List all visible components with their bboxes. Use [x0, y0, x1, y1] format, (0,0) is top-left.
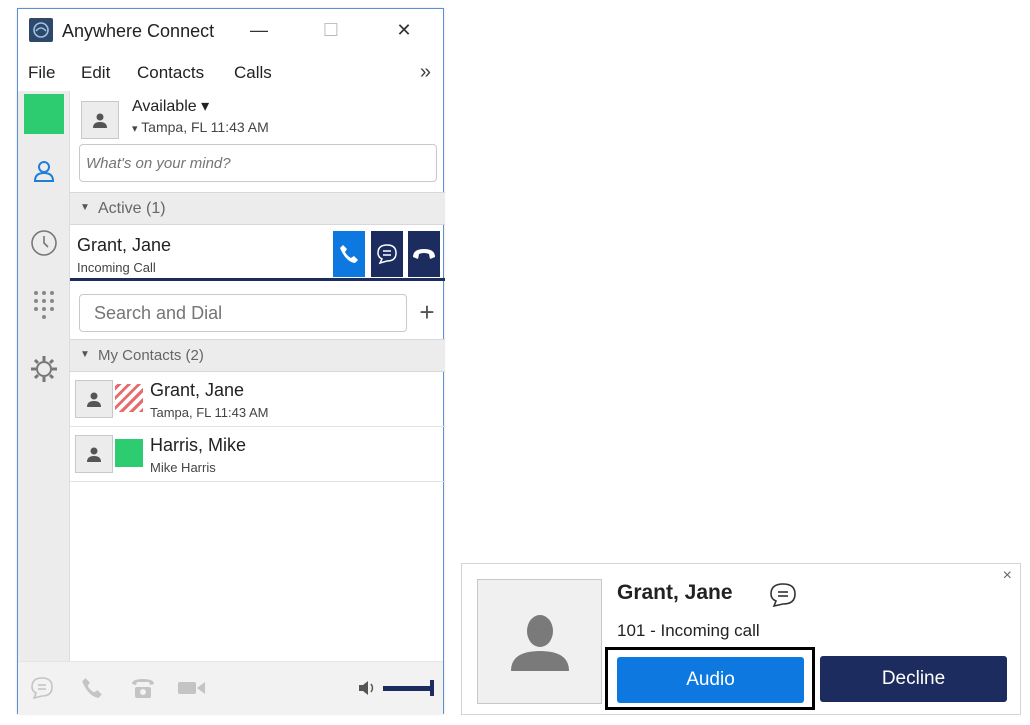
minimize-button[interactable]: — — [237, 15, 281, 45]
person-icon — [93, 113, 107, 128]
person-icon — [87, 392, 101, 407]
chat-icon — [377, 244, 397, 265]
location-text: Tampa, FL 11:43 AM — [141, 119, 269, 135]
chat-icon[interactable] — [26, 674, 58, 702]
contact-row[interactable]: Harris, Mike Mike Harris — [70, 427, 445, 482]
chat-button[interactable] — [371, 231, 403, 277]
contact-row[interactable]: Grant, Jane Tampa, FL 11:43 AM — [70, 372, 445, 427]
sidebar — [18, 91, 69, 661]
incoming-call-notification: Grant, Jane 101 - Incoming call × Audio … — [461, 563, 1021, 715]
contact-avatar — [75, 380, 113, 418]
caller-detail: 101 - Incoming call — [617, 621, 760, 640]
decline-button[interactable]: Decline — [820, 656, 1007, 702]
menu-file[interactable]: File — [28, 63, 55, 83]
status-dropdown[interactable]: Available ▾ — [132, 96, 209, 116]
volume-icon[interactable] — [351, 674, 383, 702]
volume-slider-handle[interactable] — [430, 680, 434, 696]
presence-busy-indicator — [115, 384, 143, 412]
chat-icon[interactable] — [768, 582, 798, 613]
active-call-name: Grant, Jane — [77, 235, 172, 255]
audio-button-highlight: Audio — [605, 647, 815, 710]
answer-call-button[interactable] — [333, 231, 365, 277]
menu-calls[interactable]: Calls — [234, 63, 272, 83]
my-presence-indicator[interactable] — [24, 94, 64, 134]
close-notification-button[interactable]: × — [1003, 567, 1012, 585]
person-icon — [87, 447, 101, 462]
active-call-status: Incoming Call — [77, 260, 156, 275]
collapse-triangle-icon: ▼ — [80, 349, 90, 360]
hangup-button[interactable] — [408, 231, 440, 277]
title-bar: Anywhere Connect — ☐ ✕ — [18, 9, 443, 53]
location-pin-icon: ▾ — [132, 123, 138, 135]
menu-edit[interactable]: Edit — [81, 63, 110, 83]
active-section-label: Active (1) — [98, 200, 166, 217]
audio-answer-button[interactable]: Audio — [617, 657, 804, 703]
menu-contacts[interactable]: Contacts — [137, 63, 204, 83]
window-title: Anywhere Connect — [62, 21, 215, 41]
contact-detail: Tampa, FL 11:43 AM — [150, 405, 269, 420]
whats-on-your-mind-input[interactable] — [79, 144, 437, 182]
contact-detail: Mike Harris — [150, 460, 216, 475]
active-call-row[interactable]: Grant, Jane Incoming Call — [70, 225, 445, 281]
history-icon[interactable] — [28, 227, 60, 259]
video-icon[interactable] — [176, 674, 208, 702]
phone-icon — [340, 245, 358, 263]
volume-slider[interactable] — [383, 686, 431, 691]
caller-name: Grant, Jane — [617, 581, 733, 604]
my-contacts-label: My Contacts (2) — [98, 347, 204, 364]
search-and-dial-input[interactable] — [79, 294, 407, 332]
close-button[interactable]: ✕ — [382, 15, 426, 45]
person-icon — [510, 614, 569, 671]
dialpad-icon[interactable] — [28, 289, 60, 321]
menu-overflow-button[interactable]: » — [420, 61, 431, 84]
location-label: ▾ Tampa, FL 11:43 AM — [132, 119, 269, 135]
maximize-button[interactable]: ☐ — [309, 15, 353, 45]
app-logo-icon — [29, 18, 53, 42]
add-contact-button[interactable]: + — [413, 295, 441, 329]
contacts-icon[interactable] — [28, 155, 60, 187]
my-avatar[interactable] — [81, 101, 119, 139]
my-contacts-section-header[interactable]: ▼ My Contacts (2) — [70, 339, 445, 372]
active-section-header[interactable]: ▼ Active (1) — [70, 192, 445, 225]
caller-avatar — [477, 579, 602, 704]
menu-bar: File Edit Contacts Calls » — [18, 61, 443, 87]
contact-name: Harris, Mike — [150, 435, 247, 455]
hangup-phone-icon — [413, 249, 435, 259]
contact-avatar — [75, 435, 113, 473]
contact-name: Grant, Jane — [150, 380, 245, 400]
main-content: Available ▾ ▾ Tampa, FL 11:43 AM ▼ Activ… — [69, 91, 445, 661]
phone-icon[interactable] — [76, 674, 108, 702]
desk-phone-icon[interactable] — [127, 674, 159, 702]
collapse-triangle-icon: ▼ — [80, 202, 90, 213]
settings-icon[interactable] — [28, 353, 60, 385]
presence-available-indicator — [115, 439, 143, 467]
bottom-toolbar — [18, 661, 443, 714]
anywhere-connect-window: Anywhere Connect — ☐ ✕ File Edit Contact… — [17, 8, 445, 714]
